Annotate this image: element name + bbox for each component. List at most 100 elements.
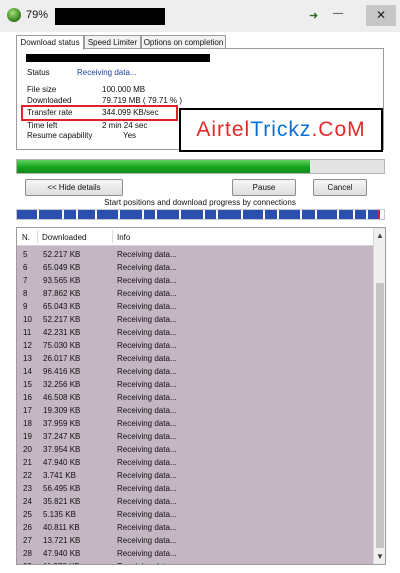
connections-caption: Start positions and download progress by… xyxy=(104,198,296,207)
row-info: Receiving data... xyxy=(117,380,177,389)
connections-progress-bar xyxy=(16,209,385,220)
row-downloaded: 87.862 KB xyxy=(43,289,81,298)
column-divider[interactable] xyxy=(112,230,113,243)
pin-icon[interactable]: ➜ xyxy=(309,9,318,22)
row-info: Receiving data... xyxy=(117,536,177,545)
resume-capability-label: Resume capability xyxy=(27,131,93,140)
row-number: 6 xyxy=(23,263,28,272)
row-info: Receiving data... xyxy=(117,445,177,454)
table-row[interactable]: 17 19.309 KB Receiving data... xyxy=(17,404,373,417)
connection-segment xyxy=(265,210,277,219)
connection-segment xyxy=(279,210,300,219)
table-row[interactable]: 11 42.231 KB Receiving data... xyxy=(17,326,373,339)
row-info: Receiving data... xyxy=(117,367,177,376)
row-info: Receiving data... xyxy=(117,289,177,298)
table-row[interactable]: 12 75.030 KB Receiving data... xyxy=(17,339,373,352)
scroll-down-arrow-icon[interactable]: ▼ xyxy=(376,552,384,561)
minimize-button[interactable]: — xyxy=(333,9,343,19)
row-number: 7 xyxy=(23,276,28,285)
column-header-info[interactable]: Info xyxy=(117,233,130,242)
hide-details-button[interactable]: << Hide details xyxy=(25,179,123,196)
table-row[interactable]: 5 52.217 KB Receiving data... xyxy=(17,248,373,261)
row-number: 28 xyxy=(23,549,32,558)
column-divider[interactable] xyxy=(37,230,38,243)
table-row[interactable]: 10 52.217 KB Receiving data... xyxy=(17,313,373,326)
list-header: N. Downloaded Info xyxy=(17,228,373,246)
scroll-up-arrow-icon[interactable]: ▲ xyxy=(376,231,384,240)
column-header-number[interactable]: N. xyxy=(22,233,30,242)
table-row[interactable]: 19 37.247 KB Receiving data... xyxy=(17,430,373,443)
connection-segment xyxy=(355,210,366,219)
row-downloaded: 46.508 KB xyxy=(43,393,81,402)
row-number: 19 xyxy=(23,432,32,441)
table-row[interactable]: 6 65.049 KB Receiving data... xyxy=(17,261,373,274)
redacted-url xyxy=(26,54,210,62)
row-number: 26 xyxy=(23,523,32,532)
list-body: 5 52.217 KB Receiving data... 6 65.049 KB Rec… xyxy=(17,246,373,564)
row-info: Receiving data... xyxy=(117,250,177,259)
row-info: Receiving data... xyxy=(117,484,177,493)
connection-segment xyxy=(64,210,76,219)
table-row[interactable]: 22 3.741 KB Receiving data... xyxy=(17,469,373,482)
table-row[interactable]: 27 13.721 KB Receiving data... xyxy=(17,534,373,547)
row-number: 23 xyxy=(23,484,32,493)
tab-speed-limiter[interactable]: Speed Limiter xyxy=(84,35,141,49)
row-downloaded: 11.578 KB xyxy=(43,560,80,564)
row-info: Receiving data... xyxy=(117,560,177,564)
table-row[interactable]: 28 47.940 KB Receiving data... xyxy=(17,547,373,560)
row-downloaded: 42.231 KB xyxy=(43,328,81,337)
file-size-label: File size xyxy=(27,85,57,94)
connection-segment xyxy=(181,210,203,219)
table-row[interactable]: 23 56.495 KB Receiving data... xyxy=(17,482,373,495)
row-number: 8 xyxy=(23,289,28,298)
tab-options-on-completion[interactable]: Options on completion xyxy=(141,35,226,49)
table-row[interactable]: 25 5.135 KB Receiving data... xyxy=(17,508,373,521)
table-row[interactable]: 20 37.954 KB Receiving data... xyxy=(17,443,373,456)
table-row[interactable]: 7 93.565 KB Receiving data... xyxy=(17,274,373,287)
row-number: 16 xyxy=(23,393,32,402)
downloaded-label: Downloaded xyxy=(27,96,72,105)
status-value: Receiving data... xyxy=(77,68,137,77)
redacted-filename xyxy=(55,8,165,25)
row-info: Receiving data... xyxy=(117,302,177,311)
row-downloaded: 37.954 KB xyxy=(43,445,81,454)
watermark-part-airtel: Airtel xyxy=(196,118,251,141)
row-number: 5 xyxy=(23,250,28,259)
row-number: 25 xyxy=(23,510,32,519)
table-row[interactable]: 24 35.821 KB Receiving data... xyxy=(17,495,373,508)
table-row[interactable]: 8 87.862 KB Receiving data... xyxy=(17,287,373,300)
row-number: 17 xyxy=(23,406,32,415)
table-row[interactable]: 14 96.416 KB Receiving data... xyxy=(17,365,373,378)
row-info: Receiving data... xyxy=(117,354,177,363)
row-info: Receiving data... xyxy=(117,393,177,402)
row-info: Receiving data... xyxy=(117,406,177,415)
file-size-value: 100.000 MB xyxy=(102,85,146,94)
row-number: 18 xyxy=(23,419,32,428)
connections-list[interactable]: N. Downloaded Info 5 52.217 KB Receiving d… xyxy=(16,227,386,565)
table-row[interactable]: 15 32.256 KB Receiving data... xyxy=(17,378,373,391)
pause-button[interactable]: Pause xyxy=(232,179,296,196)
cancel-button[interactable]: Cancel xyxy=(313,179,367,196)
row-downloaded: 37.247 KB xyxy=(43,432,81,441)
resume-capability-value: Yes xyxy=(123,131,137,140)
close-button[interactable]: ✕ xyxy=(366,5,396,26)
row-number: 27 xyxy=(23,536,32,545)
table-row[interactable]: 16 46.508 KB Receiving data... xyxy=(17,391,373,404)
table-row[interactable]: 29 11.578 KB Receiving data... xyxy=(17,560,373,564)
table-row[interactable]: 26 40.811 KB Receiving data... xyxy=(17,521,373,534)
row-downloaded: 13.721 KB xyxy=(43,536,81,545)
row-downloaded: 35.821 KB xyxy=(43,497,81,506)
row-info: Receiving data... xyxy=(117,341,177,350)
tab-download-status[interactable]: Download status xyxy=(16,35,84,50)
download-progress-fill xyxy=(17,160,310,173)
column-header-downloaded[interactable]: Downloaded xyxy=(42,233,86,242)
scrollbar-thumb[interactable] xyxy=(376,283,384,548)
connection-marker xyxy=(378,210,380,219)
vertical-scrollbar[interactable]: ▲ ▼ xyxy=(373,228,385,564)
table-row[interactable]: 9 65.043 KB Receiving data... xyxy=(17,300,373,313)
row-downloaded: 3.741 KB xyxy=(43,471,76,480)
table-row[interactable]: 18 37.959 KB Receiving data... xyxy=(17,417,373,430)
table-row[interactable]: 13 26.017 KB Receiving data... xyxy=(17,352,373,365)
download-progress-bar xyxy=(16,159,385,174)
table-row[interactable]: 21 47.940 KB Receiving data... xyxy=(17,456,373,469)
